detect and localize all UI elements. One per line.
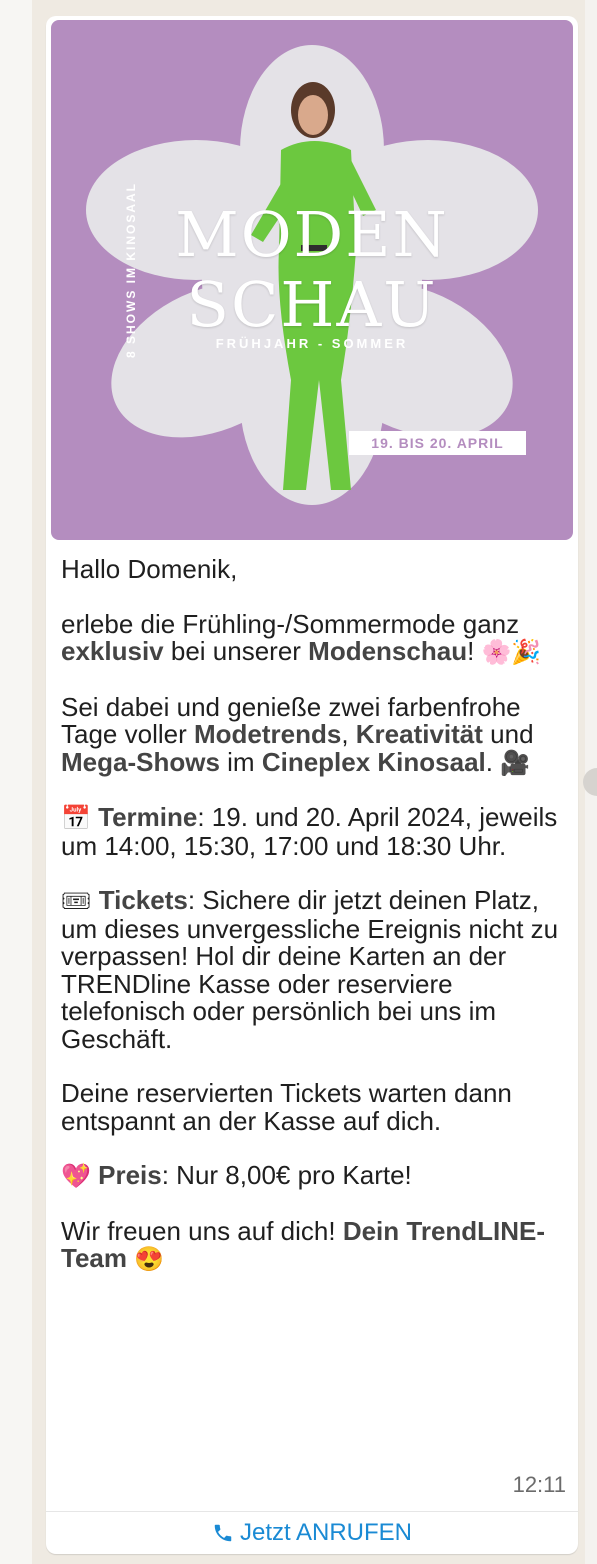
heart-emoji: 💖	[61, 1163, 91, 1190]
message-text: Hallo Domenik, erlebe die Frühling-/Somm…	[61, 554, 561, 1301]
promo-date-badge: 19. BIS 20. APRIL	[349, 431, 526, 455]
promo-image[interactable]: MODEN SCHAU FRÜHJAHR - SOMMER 8 SHOWS IM…	[51, 20, 573, 540]
flower-party-emoji: 🌸🎉	[481, 639, 542, 666]
promo-side-text: 8 SHOWS IM KINOSAAL	[124, 181, 138, 359]
message-bubble: MODEN SCHAU FRÜHJAHR - SOMMER 8 SHOWS IM…	[46, 16, 578, 1554]
call-now-label: Jetzt ANRUFEN	[239, 1519, 413, 1546]
paragraph-intro: erlebe die Frühling-/Sommermode ganz exk…	[61, 608, 542, 666]
paragraph-dates: 📅 Termine: 19. und 20. April 2024, jewei…	[61, 802, 558, 861]
ticket-emoji: 🎟	[61, 888, 92, 915]
paragraph-closing: Wir freuen uns auf dich! Dein TrendLINE-…	[61, 1215, 546, 1273]
camera-emoji: 🎥	[500, 749, 531, 777]
paragraph-reservation: Deine reservierten Tickets warten dann e…	[61, 1078, 512, 1136]
greeting: Hallo Domenik,	[61, 554, 238, 584]
left-margin	[0, 0, 32, 1564]
paragraph-tickets: 🎟 Tickets: Sichere dir jetzt deinen Plat…	[61, 885, 559, 1054]
heart-eyes-emoji: 😍	[134, 1246, 165, 1273]
message-timestamp: 12:11	[512, 1472, 566, 1497]
paragraph-price: 💖 Preis: Nur 8,00€ pro Karte!	[61, 1160, 412, 1190]
paragraph-details: Sei dabei und genieße zwei farbenfrohe T…	[61, 691, 534, 777]
call-now-button[interactable]: Jetzt ANRUFEN	[46, 1512, 578, 1554]
phone-icon	[214, 1524, 232, 1542]
calendar-emoji: 📅	[61, 805, 91, 832]
